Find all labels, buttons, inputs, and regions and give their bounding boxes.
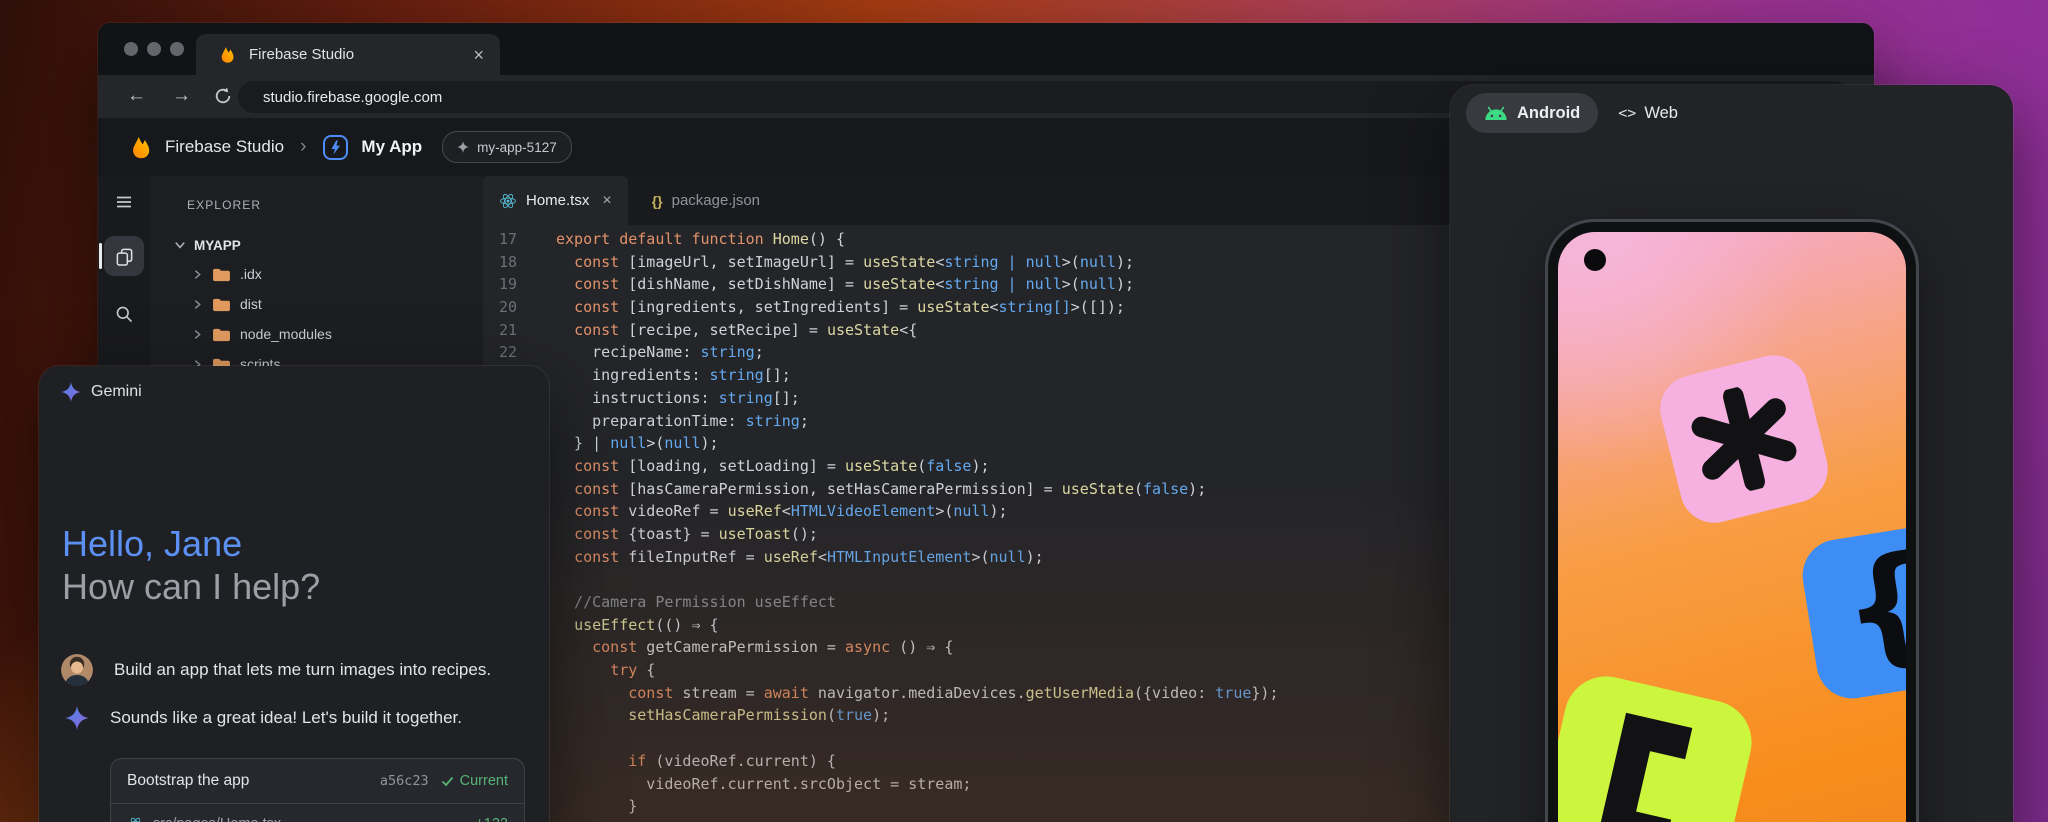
files-icon [115, 247, 134, 266]
tab-close-icon[interactable]: × [602, 192, 611, 210]
window-control-zoom[interactable] [170, 42, 184, 56]
status-label: Current [460, 773, 508, 789]
editor-tab-package-json[interactable]: {} package.json [636, 176, 776, 225]
chevron-down-icon [174, 239, 186, 251]
spark-icon [457, 141, 469, 153]
assistant-message: Sounds like a great idea! Let's build it… [110, 708, 462, 728]
status-badge: Current [441, 773, 508, 789]
search-view-button[interactable] [104, 294, 144, 334]
code-brackets-icon: <> [1618, 104, 1636, 122]
back-icon[interactable]: ← [127, 85, 146, 107]
android-toggle[interactable]: Android [1466, 93, 1598, 133]
task-card[interactable]: Bootstrap the app a56c23 Current src/pag… [110, 758, 525, 822]
window-control-close[interactable] [124, 42, 138, 56]
gemini-icon [61, 382, 81, 402]
brace-glyph: { [1833, 537, 1906, 678]
chevron-right-icon [192, 299, 203, 310]
folder-icon [212, 327, 231, 342]
check-icon [441, 776, 454, 787]
product-name[interactable]: Firebase Studio [165, 137, 284, 157]
desktop-background: Firebase Studio × ← → studio.firebase.go… [0, 0, 2048, 822]
firebase-logo [128, 134, 154, 160]
pink-asterisk-tile [1653, 348, 1835, 530]
phone-mockup: { [1548, 222, 1916, 822]
web-toggle-label: Web [1644, 104, 1678, 123]
editor-tab-home-tsx[interactable]: Home.tsx × [483, 176, 628, 225]
forward-icon[interactable]: → [172, 85, 191, 107]
gemini-title: Gemini [91, 383, 142, 401]
greeting-question: How can I help? [62, 565, 320, 608]
active-view-indicator [99, 243, 102, 269]
react-icon [499, 192, 517, 210]
user-message-row: Build an app that lets me turn images in… [61, 654, 529, 686]
search-icon [115, 305, 134, 324]
gemini-spark-icon [65, 706, 89, 730]
bracket-icon [1578, 706, 1714, 822]
firebase-flame-icon [218, 45, 237, 64]
assistant-message-row: Sounds like a great idea! Let's build it… [61, 706, 529, 730]
react-icon [127, 816, 144, 822]
breadcrumb-separator: › [300, 136, 306, 158]
explorer-item-dist[interactable]: dist [150, 289, 483, 319]
gemini-panel: Gemini Hello, Jane How can I help? Build… [39, 366, 549, 822]
reload-icon[interactable] [213, 86, 233, 106]
phone-camera-hole [1584, 249, 1606, 271]
task-card-header: Bootstrap the app a56c23 Current [111, 759, 524, 804]
device-preview-panel: Android <> Web [1450, 85, 2013, 822]
android-icon [1484, 106, 1508, 121]
gemini-greeting: Hello, Jane How can I help? [62, 522, 320, 608]
changed-file-row[interactable]: src/pages/Home.tsx +122 [111, 804, 524, 822]
url-text: studio.firebase.google.com [263, 89, 442, 106]
phone-screen[interactable]: { [1558, 232, 1906, 822]
folder-icon [212, 267, 231, 282]
project-name[interactable]: My App [361, 137, 422, 157]
explorer-root-folder[interactable]: MYAPP [174, 230, 241, 260]
browser-tab-title: Firebase Studio [249, 46, 461, 63]
green-bracket-tile [1558, 668, 1760, 822]
explorer-item--idx[interactable]: .idx [150, 259, 483, 289]
menu-button[interactable] [104, 182, 144, 222]
web-toggle[interactable]: <> Web [1618, 104, 1678, 123]
asterisk-icon [1681, 376, 1807, 502]
tab-close-icon[interactable]: × [473, 46, 484, 64]
project-id: my-app-5127 [477, 140, 557, 155]
chevron-right-icon [192, 269, 203, 280]
json-icon: {} [652, 193, 663, 209]
android-toggle-label: Android [1517, 104, 1580, 123]
diff-added-count: +122 [475, 816, 508, 822]
user-message: Build an app that lets me turn images in… [114, 660, 491, 680]
task-title: Bootstrap the app [127, 772, 380, 790]
commit-hash: a56c23 [380, 773, 429, 789]
app-prototype-icon [322, 134, 349, 161]
editor-tab-label: Home.tsx [526, 192, 589, 209]
explorer-root-label: MYAPP [194, 238, 241, 253]
project-id-badge[interactable]: my-app-5127 [442, 131, 572, 163]
explorer-item-label: .idx [240, 266, 262, 282]
chevron-right-icon [192, 329, 203, 340]
browser-tab[interactable]: Firebase Studio × [196, 34, 500, 75]
explorer-item-node-modules[interactable]: node_modules [150, 319, 483, 349]
explorer-title: EXPLORER [187, 198, 261, 212]
explorer-item-label: node_modules [240, 326, 332, 342]
greeting-name: Hello, Jane [62, 522, 320, 565]
browser-tab-strip: Firebase Studio × [98, 23, 1874, 75]
explorer-view-button[interactable] [104, 236, 144, 276]
editor-tab-label: package.json [672, 192, 760, 209]
explorer-tree-items: .idxdistnode_modulesscripts [150, 259, 483, 379]
window-control-minimize[interactable] [147, 42, 161, 56]
folder-icon [212, 297, 231, 312]
preview-target-toggles: Android <> Web [1466, 93, 1678, 133]
changed-file-path: src/pages/Home.tsx [153, 816, 466, 822]
user-avatar [61, 654, 93, 686]
hamburger-icon [115, 193, 133, 211]
gemini-header: Gemini [61, 382, 142, 402]
explorer-item-label: dist [240, 296, 262, 312]
blue-brace-tile: { [1797, 520, 1906, 703]
